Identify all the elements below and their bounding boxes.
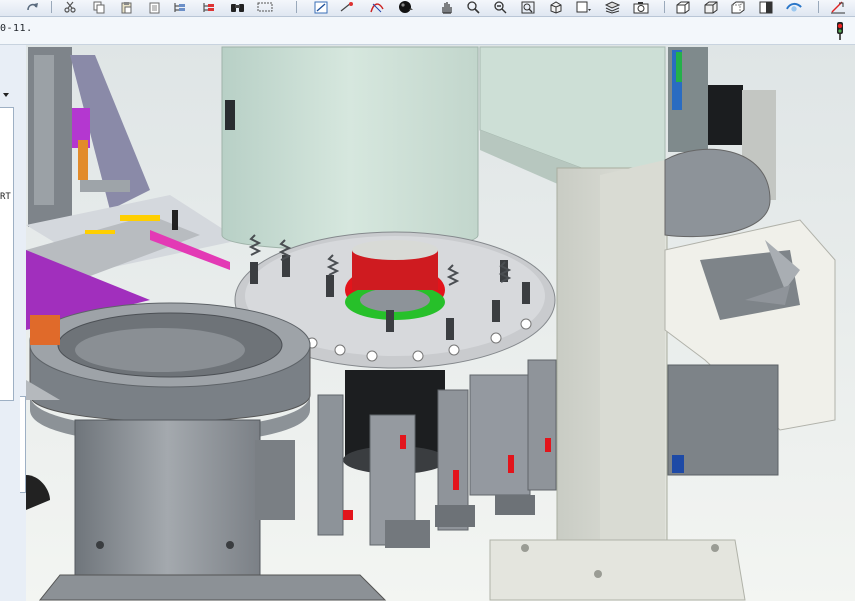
toolbar-separator (51, 1, 52, 13)
hidden-line-icon[interactable] (730, 0, 746, 14)
appearance-icon[interactable] (786, 0, 802, 14)
graphics-viewport[interactable] (26, 45, 855, 601)
layers-icon[interactable] (604, 0, 620, 14)
tree-icon[interactable] (172, 0, 188, 14)
view-menu-icon[interactable] (576, 0, 592, 14)
panel-dropdown[interactable] (0, 85, 13, 97)
measure-icon[interactable] (830, 0, 846, 14)
binoculars-icon[interactable] (229, 0, 245, 14)
model-tree-panel: RT (0, 45, 27, 601)
toolbar-separator (664, 1, 665, 13)
wireframe-icon[interactable] (703, 0, 719, 14)
paste-icon[interactable] (118, 0, 134, 14)
scissors-icon[interactable] (62, 0, 78, 14)
camera-icon[interactable] (633, 0, 649, 14)
zoom-out-icon[interactable] (492, 0, 508, 14)
select-box-icon[interactable] (257, 0, 273, 14)
view-orientation-icon[interactable] (548, 0, 564, 14)
paste-special-icon[interactable] (147, 0, 163, 14)
shaded-icon[interactable] (675, 0, 691, 14)
document-path-bar: 0-11. (0, 17, 855, 45)
display-icon[interactable] (758, 0, 774, 14)
model-tree-label: RT (0, 192, 11, 202)
zoom-icon[interactable] (465, 0, 481, 14)
zoom-fit-icon[interactable] (520, 0, 536, 14)
document-path-text: 0-11. (0, 23, 33, 34)
cad-application-window: 0-11. RT (0, 0, 855, 601)
traffic-light-icon[interactable] (833, 22, 847, 44)
servo-motor (708, 85, 743, 145)
model-tree-list[interactable] (0, 107, 14, 401)
hand-icon[interactable] (438, 0, 454, 14)
tree-red-icon[interactable] (201, 0, 217, 14)
sphere-icon[interactable] (398, 0, 414, 14)
main-turret-housing (221, 46, 479, 251)
curve-icon[interactable] (369, 0, 385, 14)
main-toolbar (0, 0, 855, 17)
cad-model-render (26, 45, 855, 601)
redo-icon[interactable] (24, 0, 40, 14)
toolbar-separator (296, 1, 297, 13)
sketch-icon[interactable] (313, 0, 329, 14)
line-icon[interactable] (339, 0, 355, 14)
toolbar-separator (818, 1, 819, 13)
copy-icon[interactable] (91, 0, 107, 14)
